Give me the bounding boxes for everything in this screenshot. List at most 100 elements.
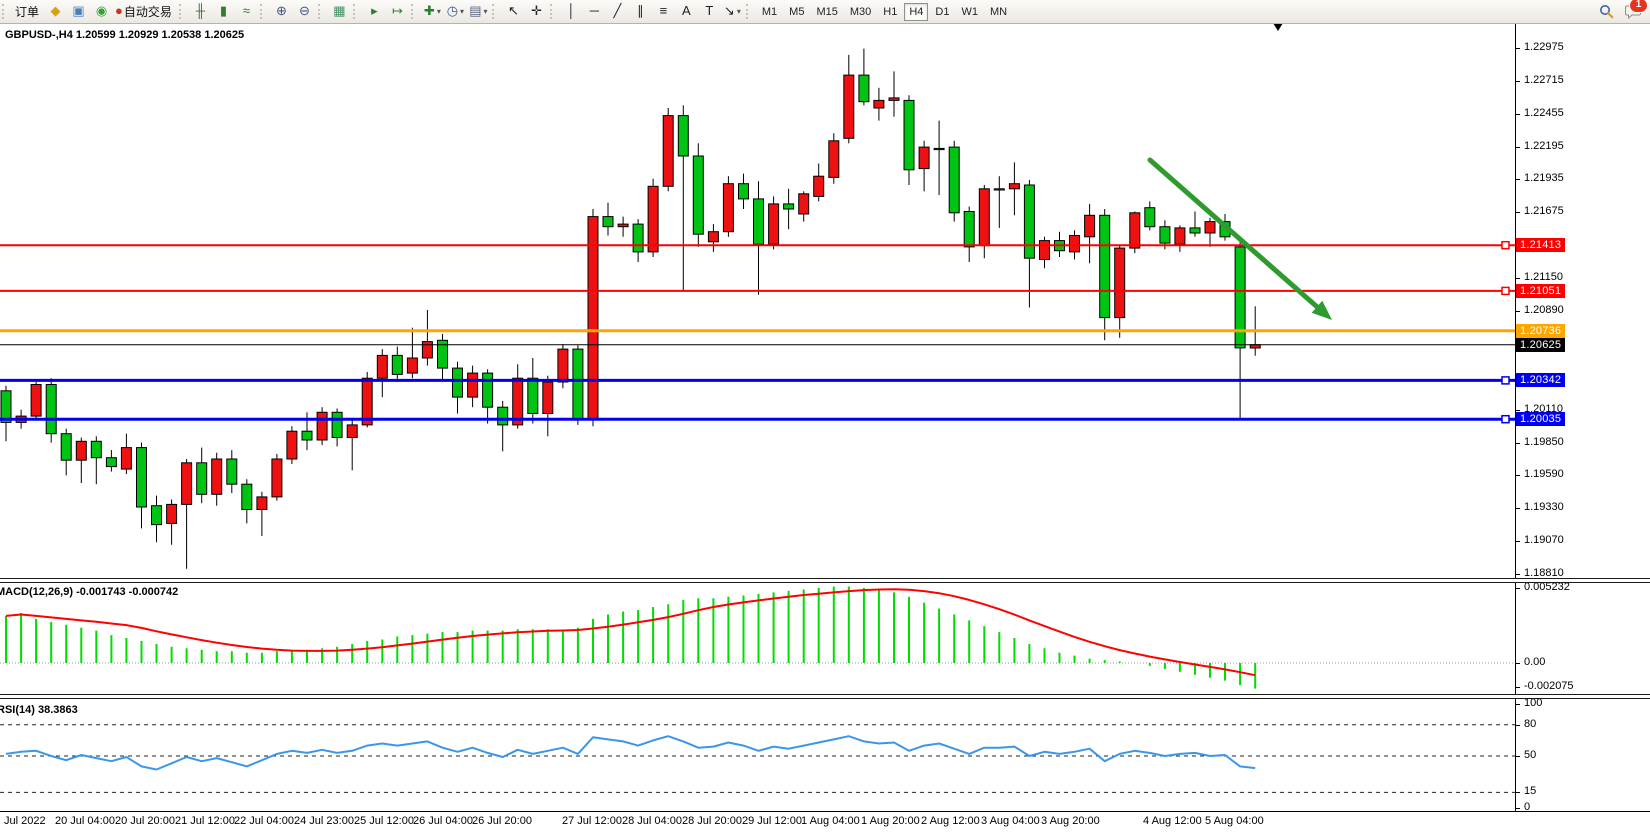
add-chart-icon[interactable]: ✚▾ (422, 1, 443, 23)
horizontal-line-icon[interactable]: ─ (584, 1, 605, 23)
trendline-icon[interactable]: ╱ (607, 1, 628, 23)
date-tick-label: 26 Jul 04:00 (413, 815, 473, 827)
timeframe-button-w1[interactable]: W1 (956, 3, 983, 21)
date-tick-label: 4 Aug 12:00 (1143, 815, 1202, 827)
pane-splitter-rsi[interactable] (0, 694, 1650, 699)
search-icon[interactable] (1596, 1, 1617, 23)
auto-scroll-icon[interactable]: ▸ (364, 1, 385, 23)
new-order-button[interactable]: 订单 (13, 1, 43, 23)
toolbar-grip (411, 4, 418, 19)
crosshair-icon[interactable]: ✛ (526, 1, 547, 23)
timeframe-button-h1[interactable]: H1 (878, 3, 902, 21)
chevron-down-icon: ▾ (460, 8, 464, 16)
rsi-indicator-label: RSI(14) 38.3863 (0, 704, 78, 716)
timeframe-button-mn[interactable]: MN (985, 3, 1012, 21)
price-tick-label: 1.22195 (1524, 140, 1564, 152)
price-tick-label: 1.21150 (1524, 271, 1563, 283)
date-tick-label: 29 Jul 12:00 (742, 815, 802, 827)
price-level-badge: 1.20342 (1516, 373, 1565, 387)
text-icon[interactable]: A (676, 1, 697, 23)
timeframe-button-m30[interactable]: M30 (845, 3, 876, 21)
gold-box-icon[interactable]: ◆ (45, 1, 66, 23)
autotrade-button[interactable]: ●自动交易 (114, 1, 176, 23)
vertical-line-icon[interactable]: │ (561, 1, 582, 23)
toolbar-grip (2, 4, 9, 19)
date-tick-label: 25 Jul 12:00 (354, 815, 414, 827)
macd-indicator-label: MACD(12,26,9) -0.001743 -0.000742 (0, 586, 178, 598)
toolbar: 订单◆▣◉●自动交易 ╫▮≈ ⊕⊖ ▦ ▸↦ ✚▾◷▾▤▾ ↖✛ │─╱∥≡AT↘▾ M1M5… (0, 0, 1650, 24)
tile-windows-icon[interactable]: ▦ (329, 1, 350, 23)
chevron-down-icon: ▾ (737, 8, 741, 16)
date-tick-label: 5 Aug 04:00 (1205, 815, 1264, 827)
timeframe-button-m15[interactable]: M15 (811, 3, 842, 21)
date-tick-label: 1 Aug 04:00 (801, 815, 860, 827)
zoom-in-icon[interactable]: ⊕ (271, 1, 292, 23)
notification-badge: 1 (1629, 0, 1648, 13)
timeframe-button-m5[interactable]: M5 (784, 3, 809, 21)
date-tick-label: 21 Jul 12:00 (175, 815, 235, 827)
toolbar-icon-groups: 订单◆▣◉●自动交易 ╫▮≈ ⊕⊖ ▦ ▸↦ ✚▾◷▾▤▾ ↖✛ │─╱∥≡AT↘▾ (0, 1, 744, 23)
price-tick-label: 1.19590 (1524, 468, 1564, 480)
timeframe-button-h4[interactable]: H4 (904, 3, 928, 21)
signal-icon[interactable]: ◉ (91, 1, 112, 23)
chevron-down-icon: ▾ (484, 8, 488, 16)
template-icon[interactable]: ▤▾ (468, 1, 489, 23)
price-tick-label: 1.20890 (1524, 304, 1564, 316)
price-level-badge: 1.21413 (1516, 238, 1565, 252)
price-tick-label: 1.22455 (1524, 107, 1564, 119)
bar-chart-icon[interactable]: ╫ (190, 1, 211, 23)
timeframe-button-m1[interactable]: M1 (757, 3, 782, 21)
toolbar-grip (353, 4, 360, 19)
price-tick-label: 1.22975 (1524, 41, 1564, 53)
price-tick-label: 1.19850 (1524, 436, 1564, 448)
toolbar-grip (318, 4, 325, 19)
price-tick-label: 1.22715 (1524, 74, 1564, 86)
macd-tick-label: 0.00 (1524, 656, 1545, 668)
toolbar-grip (492, 4, 499, 19)
rsi-tick-label: 50 (1524, 749, 1536, 761)
chart-shift-icon[interactable]: ↦ (387, 1, 408, 23)
price-tick-label: 1.21935 (1524, 172, 1564, 184)
pane-splitter-macd[interactable] (0, 578, 1650, 583)
date-tick-label: 28 Jul 04:00 (622, 815, 682, 827)
price-level-badge: 1.20625 (1516, 338, 1565, 352)
toolbar-right: 1 (1595, 1, 1644, 23)
date-tick-label: 2 Aug 12:00 (921, 815, 980, 827)
toolbar-grip (179, 4, 186, 19)
line-chart-icon[interactable]: ≈ (236, 1, 257, 23)
channel-icon[interactable]: ∥ (630, 1, 651, 23)
date-tick-label: 26 Jul 20:00 (472, 815, 532, 827)
date-tick-label: 20 Jul 04:00 (55, 815, 115, 827)
price-tick-label: 1.19070 (1524, 534, 1564, 546)
candle-chart-icon[interactable]: ▮ (213, 1, 234, 23)
price-tick-label: 1.19330 (1524, 501, 1564, 513)
date-tick-label: 24 Jul 23:00 (294, 815, 354, 827)
macd-tick-label: -0.002075 (1524, 680, 1574, 692)
chat-icon[interactable]: 1 (1622, 1, 1643, 23)
market-watch-icon[interactable]: ▣ (68, 1, 89, 23)
zoom-out-icon[interactable]: ⊖ (294, 1, 315, 23)
timeframe-button-d1[interactable]: D1 (930, 3, 954, 21)
date-tick-label: 3 Aug 04:00 (981, 815, 1040, 827)
mt4-window: 订单◆▣◉●自动交易 ╫▮≈ ⊕⊖ ▦ ▸↦ ✚▾◷▾▤▾ ↖✛ │─╱∥≡AT↘▾ M1M5… (0, 0, 1650, 833)
date-tick-label: 27 Jul 12:00 (562, 815, 622, 827)
rsi-tick-label: 15 (1524, 785, 1536, 797)
label-icon[interactable]: T (699, 1, 720, 23)
period-icon[interactable]: ◷▾ (445, 1, 466, 23)
cursor-icon[interactable]: ↖ (503, 1, 524, 23)
price-level-badge: 1.21051 (1516, 284, 1565, 298)
date-tick-label: 28 Jul 20:00 (682, 815, 742, 827)
shapes-icon[interactable]: ↘▾ (722, 1, 743, 23)
toolbar-grip (550, 4, 557, 19)
price-level-badge: 1.20736 (1516, 324, 1565, 338)
date-tick-label: 20 Jul 20:00 (115, 815, 175, 827)
price-chart-canvas[interactable] (0, 0, 1650, 833)
fibonacci-icon[interactable]: ≡ (653, 1, 674, 23)
price-tick-label: 1.21675 (1524, 205, 1564, 217)
timeframe-group: M1M5M15M30H1H4D1W1MN (744, 3, 1013, 21)
chart-ohlc-header: GBPUSD-,H4 1.20599 1.20929 1.20538 1.206… (5, 29, 244, 41)
date-tick-label: Jul 2022 (4, 815, 46, 827)
time-axis-border (0, 811, 1650, 812)
date-tick-label: 22 Jul 04:00 (234, 815, 294, 827)
price-level-badge: 1.20035 (1516, 412, 1565, 426)
